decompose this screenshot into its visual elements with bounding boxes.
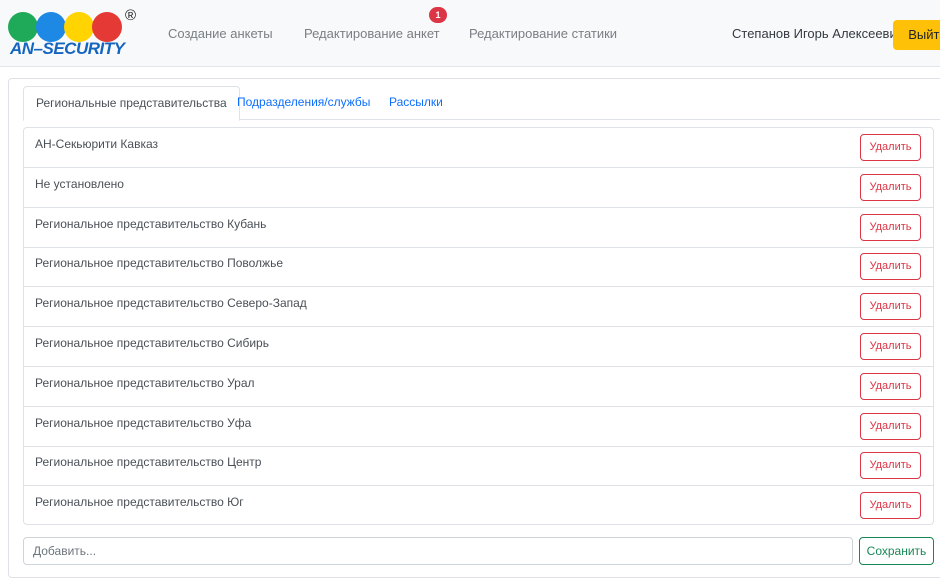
delete-button[interactable]: Удалить (860, 213, 921, 241)
notification-badge: 1 (429, 7, 447, 23)
tab-departments[interactable]: Подразделения/службы (225, 86, 382, 120)
list-item-label: Региональное представительство Центр (35, 455, 262, 470)
add-item-input[interactable] (23, 537, 853, 565)
tab-mailings[interactable]: Рассылки (377, 86, 455, 120)
list-item-label: Не установлено (35, 176, 124, 191)
save-button[interactable]: Сохранить (859, 537, 934, 565)
user-name: Степанов Игорь Алексеевич (732, 26, 904, 41)
nav-create-form[interactable]: Создание анкеты (168, 26, 273, 41)
logo-dot-blue (36, 12, 66, 42)
list-item: АН-Секьюрити Кавказ Удалить (24, 128, 933, 168)
logo-dot-green (8, 12, 38, 42)
delete-button[interactable]: Удалить (860, 173, 921, 201)
brand-logo[interactable]: ® AN–SECURITY (8, 7, 143, 60)
list-item-label: АН-Секьюрити Кавказ (35, 137, 159, 151)
list-item: Не установлено Удалить (24, 168, 933, 208)
list-item: Региональное представительство Центр Удал… (24, 446, 933, 487)
list-item: Региональное представительство Юг Удалить (24, 486, 933, 526)
delete-button[interactable]: Удалить (860, 134, 921, 161)
top-navbar: ® AN–SECURITY Создание анкеты Редактиров… (0, 0, 940, 67)
registered-mark: ® (125, 7, 137, 24)
list-item: Региональное представительство Урал Удали… (24, 367, 933, 407)
nav-edit-forms[interactable]: Редактирование анкет (304, 26, 440, 41)
list-item-label: Региональное представительство Урал (35, 375, 255, 390)
delete-button[interactable]: Удалить (860, 452, 921, 480)
list-item: Региональное представительство Поволжье У… (24, 247, 933, 288)
list-item-label: Региональное представительство Поволжье (35, 256, 284, 271)
tabs-bar: Региональные представительства Подраздел… (23, 86, 940, 121)
logo-text: AN–SECURITY (10, 39, 125, 58)
nav-edit-static[interactable]: Редактирование статики (469, 26, 617, 41)
content-card: Региональные представительства Подраздел… (8, 78, 940, 578)
delete-button[interactable]: Удалить (860, 412, 921, 440)
list-item: Региональное представительство Сибирь Уда… (24, 327, 933, 367)
delete-button[interactable]: Удалить (860, 333, 921, 360)
list-item-label: Региональное представительство Сибирь (35, 336, 269, 350)
list-item-label: Региональное представительство Уфа (35, 415, 252, 430)
list-item-label: Региональное представительство Юг (35, 495, 244, 510)
list-item: Региональное представительство Северо-За… (24, 287, 933, 328)
delete-button[interactable]: Удалить (860, 492, 921, 520)
delete-button[interactable]: Удалить (860, 372, 921, 400)
logout-button[interactable]: Выйти (893, 20, 940, 50)
delete-button[interactable]: Удалить (860, 253, 921, 281)
delete-button[interactable]: Удалить (860, 293, 921, 321)
regional-offices-list: АН-Секьюрити Кавказ Удалить Не установлено… (23, 127, 934, 525)
list-item-label: Региональное представительство Кубань (35, 216, 267, 231)
logo-dot-yellow (64, 12, 94, 42)
list-item: Региональное представительство Уфа Удалит… (24, 407, 933, 447)
list-item: Региональное представительство Кубань Уда… (24, 208, 933, 248)
list-item-label: Региональное представительство Северо-За… (35, 296, 307, 311)
tab-regional-offices[interactable]: Региональные представительства (23, 86, 240, 121)
logo-dot-red (92, 12, 122, 42)
